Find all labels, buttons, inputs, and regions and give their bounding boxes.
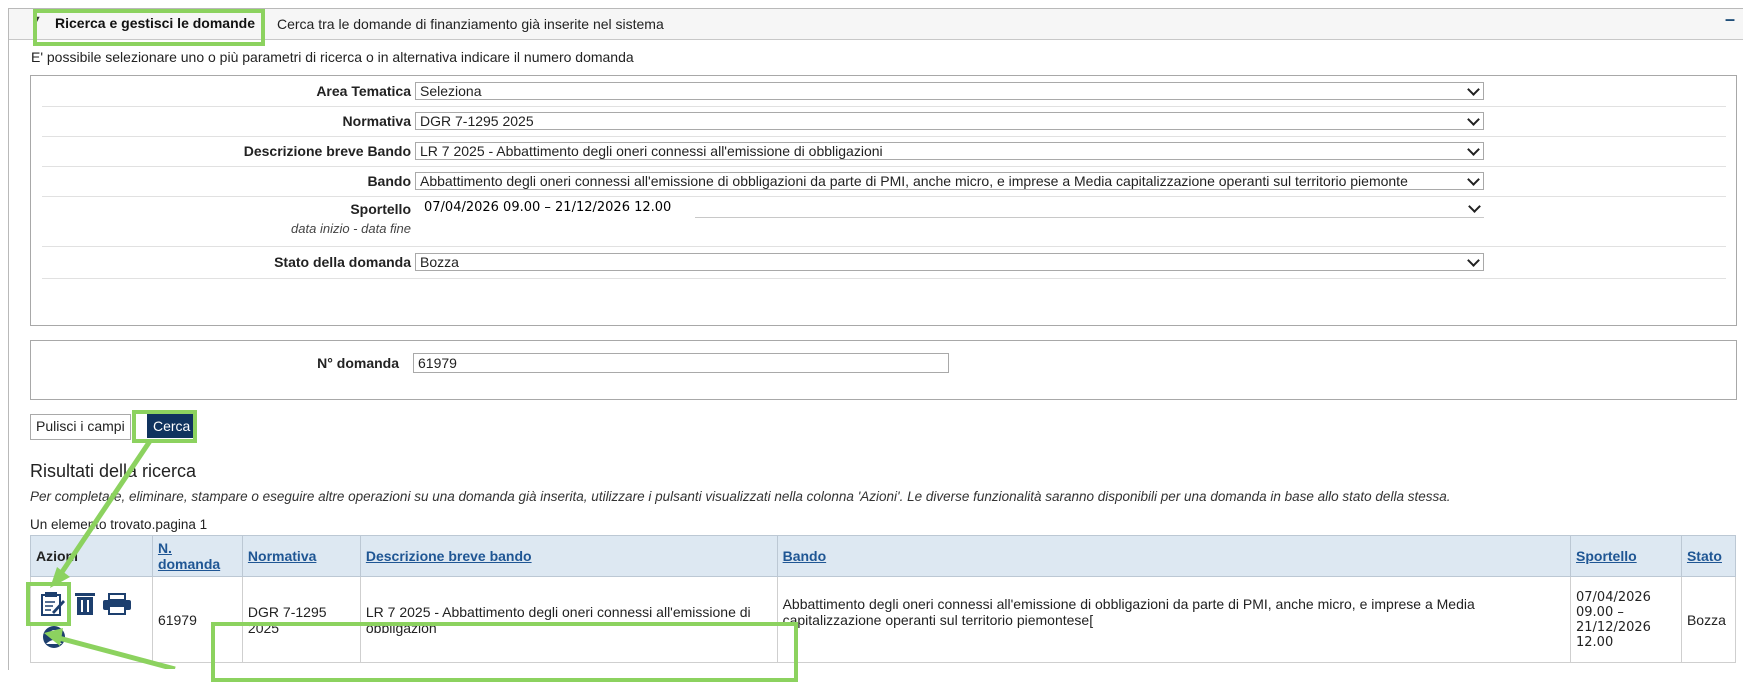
arrow-line-to-callout [54,634,176,669]
arrow-head-edit [50,567,70,588]
annotation-arrows [44,439,176,669]
arrow-head-callout [44,628,63,646]
arrow-line-to-edit [57,439,153,577]
